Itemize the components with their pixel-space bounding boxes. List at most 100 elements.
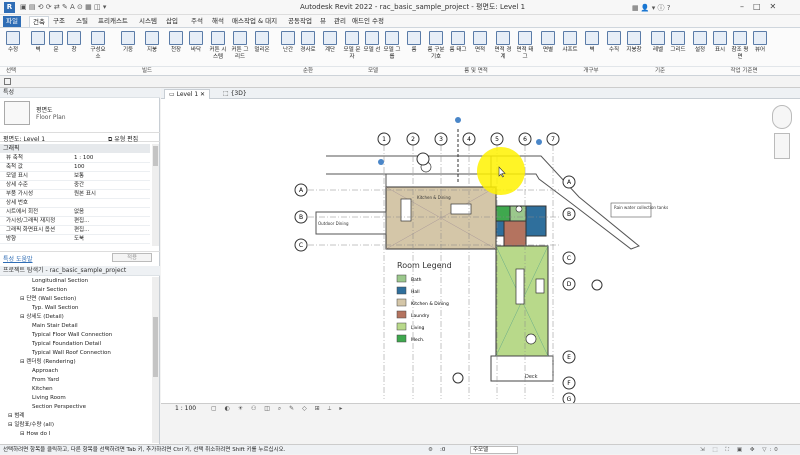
- ribbon-button-0[interactable]: 수정: [3, 31, 23, 65]
- ribbon-button-13[interactable]: 경사로: [298, 31, 318, 65]
- browser-item[interactable]: ⊟ 단면 (Wall Section): [20, 295, 76, 304]
- property-row[interactable]: 가시성/그래픽 재지정 편집...: [0, 217, 150, 226]
- property-row[interactable]: 부품 가시성 원본 표시: [0, 190, 150, 199]
- browser-item[interactable]: Typical Foundation Detail: [32, 340, 101, 349]
- ribbon-tab-10[interactable]: 공동작업: [285, 16, 315, 27]
- window-controls[interactable]: –□✕: [740, 2, 785, 11]
- ribbon-button-1[interactable]: 벽: [28, 31, 48, 65]
- selection-arrow-icon[interactable]: [4, 78, 11, 85]
- browser-item[interactable]: Main Stair Detail: [32, 322, 78, 331]
- property-row[interactable]: 그래픽 화면표시 옵션 편집...: [0, 226, 150, 235]
- ribbon-button-17[interactable]: 모델 그룹: [382, 31, 402, 65]
- ribbon-tab-3[interactable]: 스틸: [73, 16, 91, 27]
- browser-item[interactable]: Typical Floor Wall Connection: [32, 331, 112, 340]
- ribbon-button-14[interactable]: 계단: [320, 31, 340, 65]
- browser-item[interactable]: ⊟ How do I: [20, 430, 50, 439]
- property-row[interactable]: 시트에서 회전 없음: [0, 208, 150, 217]
- ribbon-button-21[interactable]: 면적: [470, 31, 490, 65]
- ribbon-button-31[interactable]: 설정: [690, 31, 710, 65]
- ribbon-button-11[interactable]: 멀리온: [252, 31, 272, 65]
- ribbon-button-28[interactable]: 지붕창: [624, 31, 644, 65]
- browser-item[interactable]: ⊟ 렌더링 (Rendering): [20, 358, 76, 367]
- property-row[interactable]: 상세 번호: [0, 199, 150, 208]
- ribbon-button-8[interactable]: 바닥: [186, 31, 206, 65]
- user-area[interactable]: ▦ 👤 ▾ ⓘ ?: [632, 3, 670, 13]
- browser-item[interactable]: Stair Section: [32, 286, 67, 295]
- ribbon-button-6[interactable]: 지붕: [142, 31, 162, 65]
- property-row[interactable]: 모델 표시 보통: [0, 172, 150, 181]
- ribbon-tab-4[interactable]: 프리캐스트: [95, 16, 131, 27]
- browser-item[interactable]: Longitudinal Section: [32, 277, 88, 286]
- design-option-select[interactable]: 주모델: [470, 446, 518, 454]
- apply-button[interactable]: 적용: [112, 253, 152, 262]
- ribbon-button-27[interactable]: 수직: [604, 31, 624, 65]
- drawing-canvas[interactable]: Kitchen & Dining Outdoor Dining Rain wat…: [161, 99, 800, 403]
- ribbon-tab-14[interactable]: 수정: [369, 16, 387, 27]
- ribbon-button-33[interactable]: 참조 평면: [730, 31, 750, 65]
- graphics-section[interactable]: 그래픽: [0, 144, 150, 153]
- view-scale[interactable]: 1 : 100: [175, 404, 196, 414]
- ribbon-tab-9[interactable]: 매스작업 & 대지: [229, 16, 280, 27]
- view-cube-icon[interactable]: [772, 105, 792, 129]
- tab-3d[interactable]: ⬚ {3D}: [219, 89, 251, 99]
- browser-item[interactable]: ⊟ 범례: [8, 412, 24, 421]
- browser-item[interactable]: Typical Wall Roof Connection: [32, 349, 111, 358]
- browser-item[interactable]: ⊟ 상세도 (Detail): [20, 313, 64, 322]
- ribbon-button-26[interactable]: 벽: [582, 31, 602, 65]
- ribbon-button-23[interactable]: 면적 태그: [515, 31, 535, 65]
- instance-selector[interactable]: 평면도: Level 1: [3, 134, 45, 143]
- ribbon-button-24[interactable]: 면별: [538, 31, 558, 65]
- navigation-bar[interactable]: [774, 133, 790, 159]
- property-value: 보통: [74, 173, 85, 179]
- ribbon-button-4[interactable]: 구성요소: [88, 31, 108, 65]
- ribbon-button-30[interactable]: 그리드: [668, 31, 688, 65]
- browser-item[interactable]: From Yard: [32, 376, 59, 385]
- ribbon-button-15[interactable]: 모델 문자: [342, 31, 362, 65]
- ribbon-button-29[interactable]: 레벨: [648, 31, 668, 65]
- ribbon-button-16[interactable]: 모델 선: [362, 31, 382, 65]
- ribbon-tab-2[interactable]: 구조: [50, 16, 68, 27]
- properties-scrollbar[interactable]: [152, 144, 159, 246]
- browser-item[interactable]: Kitchen: [32, 385, 53, 394]
- ribbon-button-10[interactable]: 커튼 그리드: [230, 31, 250, 65]
- ribbon-tab-7[interactable]: 주석: [188, 16, 206, 27]
- ribbon-button-19[interactable]: 룸 구분 기호: [426, 31, 446, 65]
- properties-help-link[interactable]: 특성 도움말: [3, 254, 33, 263]
- quick-access-toolbar[interactable]: ▣ ▤ ⟲ ⟳ ⇄ ✎ A ⊙ ▦ ◫ ▾: [20, 3, 106, 11]
- browser-item[interactable]: Living Room: [32, 394, 66, 403]
- browser-item[interactable]: Typ. Wall Section: [32, 304, 78, 313]
- ribbon-button-22[interactable]: 면적 경계: [493, 31, 513, 65]
- browser-item[interactable]: Approach: [32, 367, 58, 376]
- ribbon-button-9[interactable]: 커튼 시스템: [208, 31, 228, 65]
- ribbon-button-25[interactable]: 샤프트: [560, 31, 580, 65]
- revit-logo-icon[interactable]: R: [4, 2, 15, 13]
- floor-plan-drawing[interactable]: Kitchen & Dining Outdoor Dining Rain wat…: [161, 99, 800, 403]
- ribbon-button-3[interactable]: 창: [64, 31, 84, 65]
- ribbon-tab-11[interactable]: 뷰: [317, 16, 329, 27]
- ribbon-tab-6[interactable]: 삽입: [163, 16, 181, 27]
- ribbon-button-5[interactable]: 기둥: [118, 31, 138, 65]
- ribbon-tab-12[interactable]: 관리: [331, 16, 349, 27]
- browser-scrollbar[interactable]: [152, 277, 159, 443]
- property-row[interactable]: 뷰 축척 1 : 100: [0, 154, 150, 163]
- ribbon-button-20[interactable]: 룸 태그: [448, 31, 468, 65]
- browser-item[interactable]: Section Perspective: [32, 403, 86, 412]
- ribbon-tab-0[interactable]: 파일: [3, 16, 21, 27]
- property-row[interactable]: 상세 수준 중간: [0, 181, 150, 190]
- options-bar: [0, 76, 800, 88]
- ribbon-button-7[interactable]: 천장: [166, 31, 186, 65]
- property-row[interactable]: 방향 도북: [0, 235, 150, 244]
- ribbon-tab-8[interactable]: 해석: [209, 16, 227, 27]
- ribbon-tab-1[interactable]: 건축: [29, 16, 49, 27]
- ribbon-button-12[interactable]: 난간: [278, 31, 298, 65]
- view-control-icons[interactable]: ▢ ◐ ☀ ⚇ ◫ ⌕ ✎ ◇ ⊞ ⟂ ▸: [211, 404, 345, 414]
- ribbon-button-2[interactable]: 문: [46, 31, 66, 65]
- ribbon-button-18[interactable]: 룸: [404, 31, 424, 65]
- browser-item[interactable]: ⊟ 일람표/수량 (all): [8, 421, 54, 430]
- tab-level-1[interactable]: ▭ Level 1 ✕: [164, 89, 211, 99]
- ribbon-button-32[interactable]: 표시: [710, 31, 730, 65]
- ribbon-button-34[interactable]: 뷰어: [750, 31, 770, 65]
- property-row[interactable]: 축척 값 100: [0, 163, 150, 172]
- ribbon-tab-5[interactable]: 시스템: [136, 16, 160, 27]
- edit-type-button[interactable]: ⧉ 유형 편집: [108, 134, 138, 144]
